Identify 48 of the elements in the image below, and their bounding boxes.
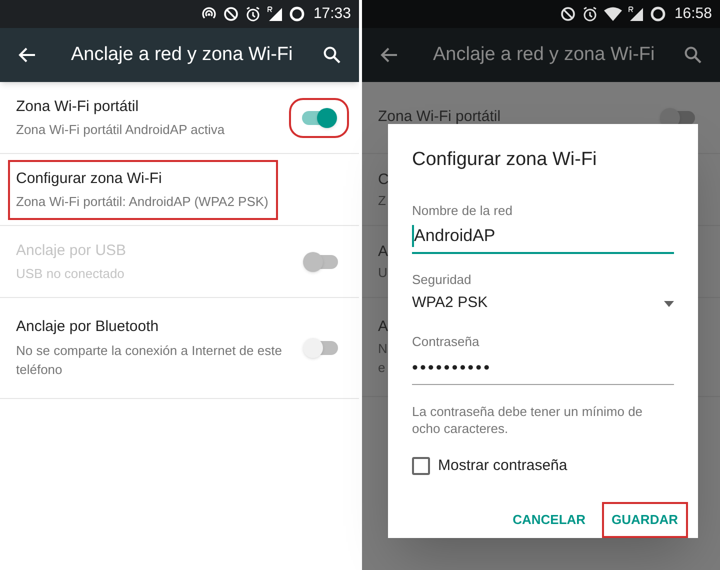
setting-item[interactable]: Configurar zona Wi-Fi Zona Wi-Fi portátil: AndroidAP (WPA2 PSK) bbox=[8, 160, 278, 220]
checkbox-label: Mostrar contraseña bbox=[438, 456, 568, 476]
field-label: Contraseña bbox=[412, 332, 480, 350]
signal-icon bbox=[628, 6, 644, 22]
do-not-disturb-icon bbox=[560, 6, 576, 22]
setting-summary: N bbox=[378, 340, 388, 358]
setting-title: Anclaje por USB bbox=[16, 240, 128, 260]
password-hint: La contraseña debe tener un mínimo de ocho caracteres. bbox=[412, 403, 644, 437]
dialog-button[interactable]: GUARDAR bbox=[602, 502, 688, 538]
setting-summary: Zona Wi-Fi portátil AndroidAP activa bbox=[16, 121, 226, 139]
clock-time: 17:33 bbox=[313, 4, 351, 24]
setting-summary: Z bbox=[378, 192, 386, 210]
dialog-button[interactable]: CANCELAR bbox=[502, 502, 596, 538]
toolbar-title: Anclaje a red y zona Wi-Fi bbox=[71, 42, 294, 67]
setting-title: Anclaje por Bluetooth bbox=[16, 317, 160, 337]
setting-summary: e bbox=[378, 359, 386, 377]
search-icon[interactable] bbox=[684, 46, 702, 64]
toggle-switch[interactable] bbox=[303, 338, 339, 358]
clock-time: 16:58 bbox=[674, 4, 712, 24]
security-dropdown[interactable]: WPA2 PSK bbox=[412, 292, 674, 316]
battery-ring-icon bbox=[650, 6, 666, 22]
setting-summary: U bbox=[378, 264, 388, 282]
checkbox[interactable] bbox=[412, 457, 430, 476]
password-field[interactable]: •••••••••• bbox=[412, 351, 674, 385]
setting-title: C bbox=[378, 170, 389, 190]
setting-title: Zona Wi-Fi portátil bbox=[16, 96, 140, 116]
signal-icon bbox=[267, 6, 284, 22]
setting-title: Configurar zona Wi-Fi bbox=[16, 168, 163, 188]
do-not-disturb-icon bbox=[223, 6, 240, 22]
dropdown-caret-icon bbox=[664, 300, 674, 306]
setting-summary: No se comparte la conexión a Internet de este teléfono bbox=[16, 342, 283, 379]
toolbar-title: Anclaje a red y zona Wi-Fi bbox=[433, 42, 656, 67]
dialog-title: Configurar zona Wi-Fi bbox=[412, 148, 598, 172]
field-label: Nombre de la red bbox=[412, 202, 514, 220]
wifi-icon bbox=[604, 7, 622, 21]
back-arrow-icon[interactable] bbox=[380, 47, 398, 63]
setting-title: A bbox=[378, 317, 388, 337]
search-icon[interactable] bbox=[323, 46, 341, 64]
setting-title: Zona Wi-Fi portátil bbox=[378, 107, 501, 128]
setting-title: A bbox=[378, 242, 388, 262]
setting-summary: Zona Wi-Fi portátil: AndroidAP (WPA2 PSK) bbox=[16, 193, 268, 211]
battery-ring-icon bbox=[289, 6, 306, 22]
alarm-icon bbox=[582, 6, 598, 22]
toggle-switch[interactable] bbox=[301, 108, 337, 128]
setting-summary: USB no conectado bbox=[16, 265, 126, 283]
alarm-icon bbox=[245, 6, 262, 22]
field-label: Seguridad bbox=[412, 271, 472, 289]
network-name-field[interactable]: AndroidAP bbox=[412, 220, 674, 254]
